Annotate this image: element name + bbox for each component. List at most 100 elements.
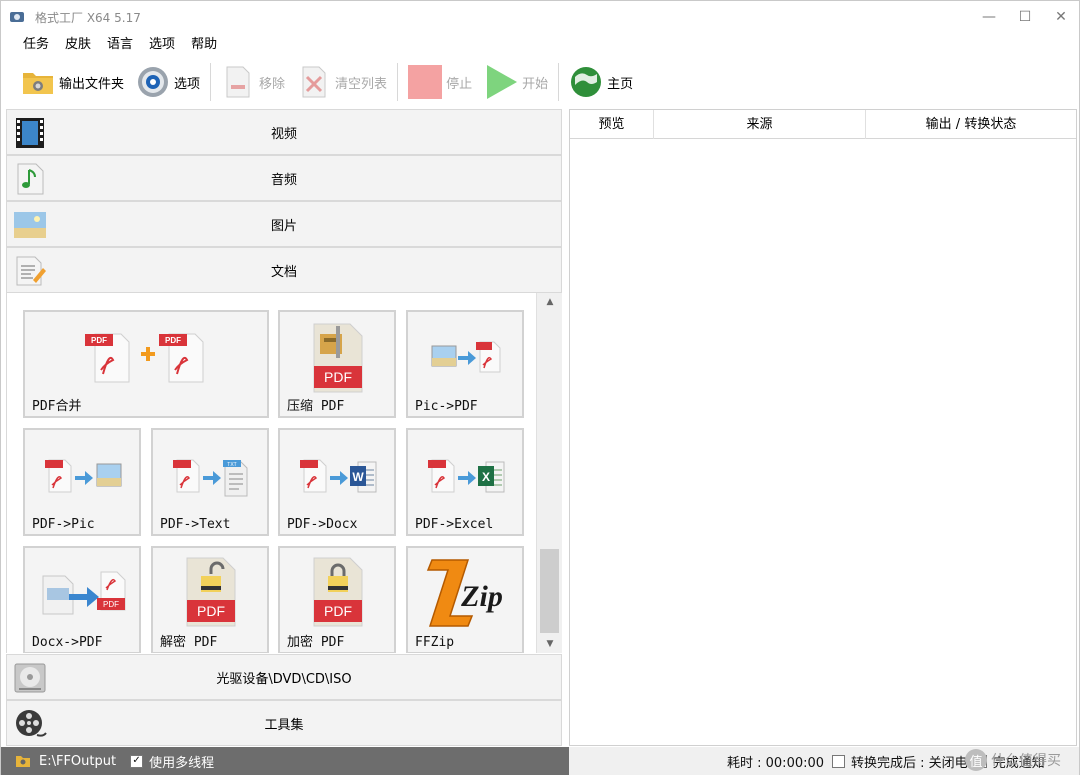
scroll-up-arrow-icon[interactable]: ▲: [537, 293, 563, 311]
encrypt-pdf-badge: PDF: [324, 603, 352, 619]
pdf-to-pic-tile[interactable]: PDF->Pic: [23, 428, 141, 536]
decrypt-pdf-tile[interactable]: PDF 解密 PDF: [151, 546, 269, 653]
remove-label: 移除: [259, 76, 286, 92]
landscape-picture-icon: [14, 212, 46, 238]
maximize-button[interactable]: ☐: [1007, 1, 1043, 33]
category-panel: 视频 音频 图片 文档 PDF PDF PDF合并 PDF 压缩 PDF Pic…: [6, 109, 562, 747]
pic-to-pdf-tile[interactable]: Pic->PDF: [406, 310, 524, 418]
task-list-header: 预览 来源 输出 / 转换状态: [570, 110, 1076, 139]
compress-pdf-tile[interactable]: PDF 压缩 PDF: [278, 310, 396, 418]
pic-to-pdf-label: Pic->PDF: [415, 399, 478, 414]
menu-bar: 任务 皮肤 语言 选项 帮助: [15, 35, 225, 55]
after-convert-checkbox[interactable]: [832, 754, 846, 768]
menu-help[interactable]: 帮助: [183, 35, 225, 55]
docx-to-pdf-badge: PDF: [103, 600, 119, 609]
lock-pdf-icon: PDF: [313, 557, 363, 627]
decrypt-pdf-label: 解密 PDF: [160, 635, 218, 650]
start-button[interactable]: 开始: [478, 61, 554, 103]
category-toolbox[interactable]: 工具集: [6, 700, 562, 746]
tools-scrollbar[interactable]: ▲ ▼: [536, 293, 562, 653]
watermark-text: 什么值得买: [991, 753, 1061, 769]
category-audio[interactable]: 音频: [6, 155, 562, 201]
menu-task[interactable]: 任务: [15, 35, 57, 55]
after-convert-label: 转换完成后 : 关闭电: [851, 755, 968, 771]
film-reel-icon: [16, 710, 47, 737]
column-source[interactable]: 来源: [654, 110, 866, 139]
docx-to-pdf-tile[interactable]: PDF Docx->PDF: [23, 546, 141, 653]
status-bar-left: E:\FFOutput ✓ 使用多线程: [1, 747, 569, 775]
music-note-icon: [17, 163, 44, 195]
pdf-merge-tile[interactable]: PDF PDF PDF合并: [23, 310, 269, 418]
settings-gear-icon: [136, 65, 170, 99]
output-path[interactable]: E:\FFOutput: [39, 754, 116, 769]
watermark: 值 什么值得买: [965, 749, 1061, 771]
docx-to-pdf-icon: PDF: [42, 571, 126, 615]
options-button[interactable]: 选项: [130, 61, 206, 103]
pdf-to-text-label: PDF->Text: [160, 517, 231, 532]
docx-to-pdf-label: Docx->PDF: [32, 635, 103, 650]
pdf-merge-badge-2: PDF: [165, 336, 181, 345]
menu-skin[interactable]: 皮肤: [57, 35, 99, 55]
pdf-to-excel-badge: X: [482, 470, 490, 484]
category-video[interactable]: 视频: [6, 109, 562, 155]
scroll-thumb[interactable]: [540, 549, 559, 633]
pdf-to-docx-label: PDF->Docx: [287, 517, 358, 532]
start-label: 开始: [522, 76, 549, 92]
encrypt-pdf-label: 加密 PDF: [287, 635, 345, 650]
category-optical-label: 光驱设备\DVD\CD\ISO: [216, 671, 352, 687]
ffzip-label: FFZip: [415, 635, 455, 650]
clear-list-button[interactable]: 清空列表: [291, 61, 393, 103]
pdf-merge-label: PDF合并: [32, 399, 82, 414]
status-bar: E:\FFOutput ✓ 使用多线程 耗时 : 00:00:00 转换完成后 …: [1, 747, 1079, 775]
pdf-to-excel-label: PDF->Excel: [415, 517, 494, 532]
output-folder-icon[interactable]: [15, 754, 31, 768]
compress-pdf-icon: PDF: [313, 323, 363, 393]
window-title: 格式工厂 X64 5.17: [35, 10, 141, 25]
pdf-to-docx-badge: W: [352, 470, 364, 484]
stop-button[interactable]: 停止: [402, 61, 478, 103]
stop-label: 停止: [446, 76, 473, 92]
pdf-merge-icon: PDF PDF: [85, 333, 204, 383]
remove-button[interactable]: 移除: [215, 61, 291, 103]
decrypt-pdf-badge: PDF: [197, 603, 225, 619]
stop-icon: [408, 65, 443, 99]
pdf-to-text-icon: TXT: [173, 459, 248, 497]
minimize-button[interactable]: —: [971, 1, 1007, 33]
scroll-down-arrow-icon[interactable]: ▼: [537, 635, 563, 653]
zip-icon: Zip: [426, 559, 503, 627]
category-optical-drive[interactable]: 光驱设备\DVD\CD\ISO: [6, 654, 562, 700]
play-icon: [484, 65, 518, 99]
column-preview[interactable]: 预览: [570, 110, 654, 139]
globe-icon: [569, 65, 603, 99]
category-image[interactable]: 图片: [6, 201, 562, 247]
elapsed-time: 耗时 : 00:00:00: [727, 755, 825, 771]
close-button[interactable]: ✕: [1043, 1, 1079, 33]
clear-list-label: 清空列表: [335, 76, 388, 92]
pdf-to-docx-tile[interactable]: W PDF->Docx: [278, 428, 396, 536]
pic-to-pdf-icon: [431, 341, 501, 373]
category-toolbox-label: 工具集: [264, 717, 304, 733]
output-folder-button[interactable]: 输出文件夹: [15, 61, 130, 103]
pdf-to-text-tile[interactable]: TXT PDF->Text: [151, 428, 269, 536]
remove-document-icon: [221, 65, 255, 99]
menu-options[interactable]: 选项: [141, 35, 183, 55]
options-label: 选项: [174, 76, 201, 92]
category-document[interactable]: 文档: [6, 247, 562, 293]
menu-language[interactable]: 语言: [99, 35, 141, 55]
multithread-label: 使用多线程: [149, 755, 215, 771]
toolbar-divider: [397, 63, 399, 101]
ffzip-tile[interactable]: Zip FFZip: [406, 546, 524, 653]
home-label: 主页: [607, 76, 634, 92]
pdf-to-excel-tile[interactable]: X PDF->Excel: [406, 428, 524, 536]
multithread-checkbox[interactable]: ✓: [130, 754, 144, 768]
task-list[interactable]: 预览 来源 输出 / 转换状态: [569, 109, 1077, 746]
output-folder-label: 输出文件夹: [59, 76, 125, 92]
encrypt-pdf-tile[interactable]: PDF 加密 PDF: [278, 546, 396, 653]
pdf-to-pic-icon: [45, 459, 122, 493]
toolbar-divider: [558, 63, 560, 101]
app-window: 格式工厂 X64 5.17 — ☐ ✕ 任务 皮肤 语言 选项 帮助 输出文件夹: [0, 0, 1080, 775]
title-bar: 格式工厂 X64 5.17 — ☐ ✕: [1, 1, 1079, 33]
clear-list-icon: [297, 65, 331, 99]
column-output-status[interactable]: 输出 / 转换状态: [866, 110, 1076, 139]
home-button[interactable]: 主页: [563, 61, 639, 103]
